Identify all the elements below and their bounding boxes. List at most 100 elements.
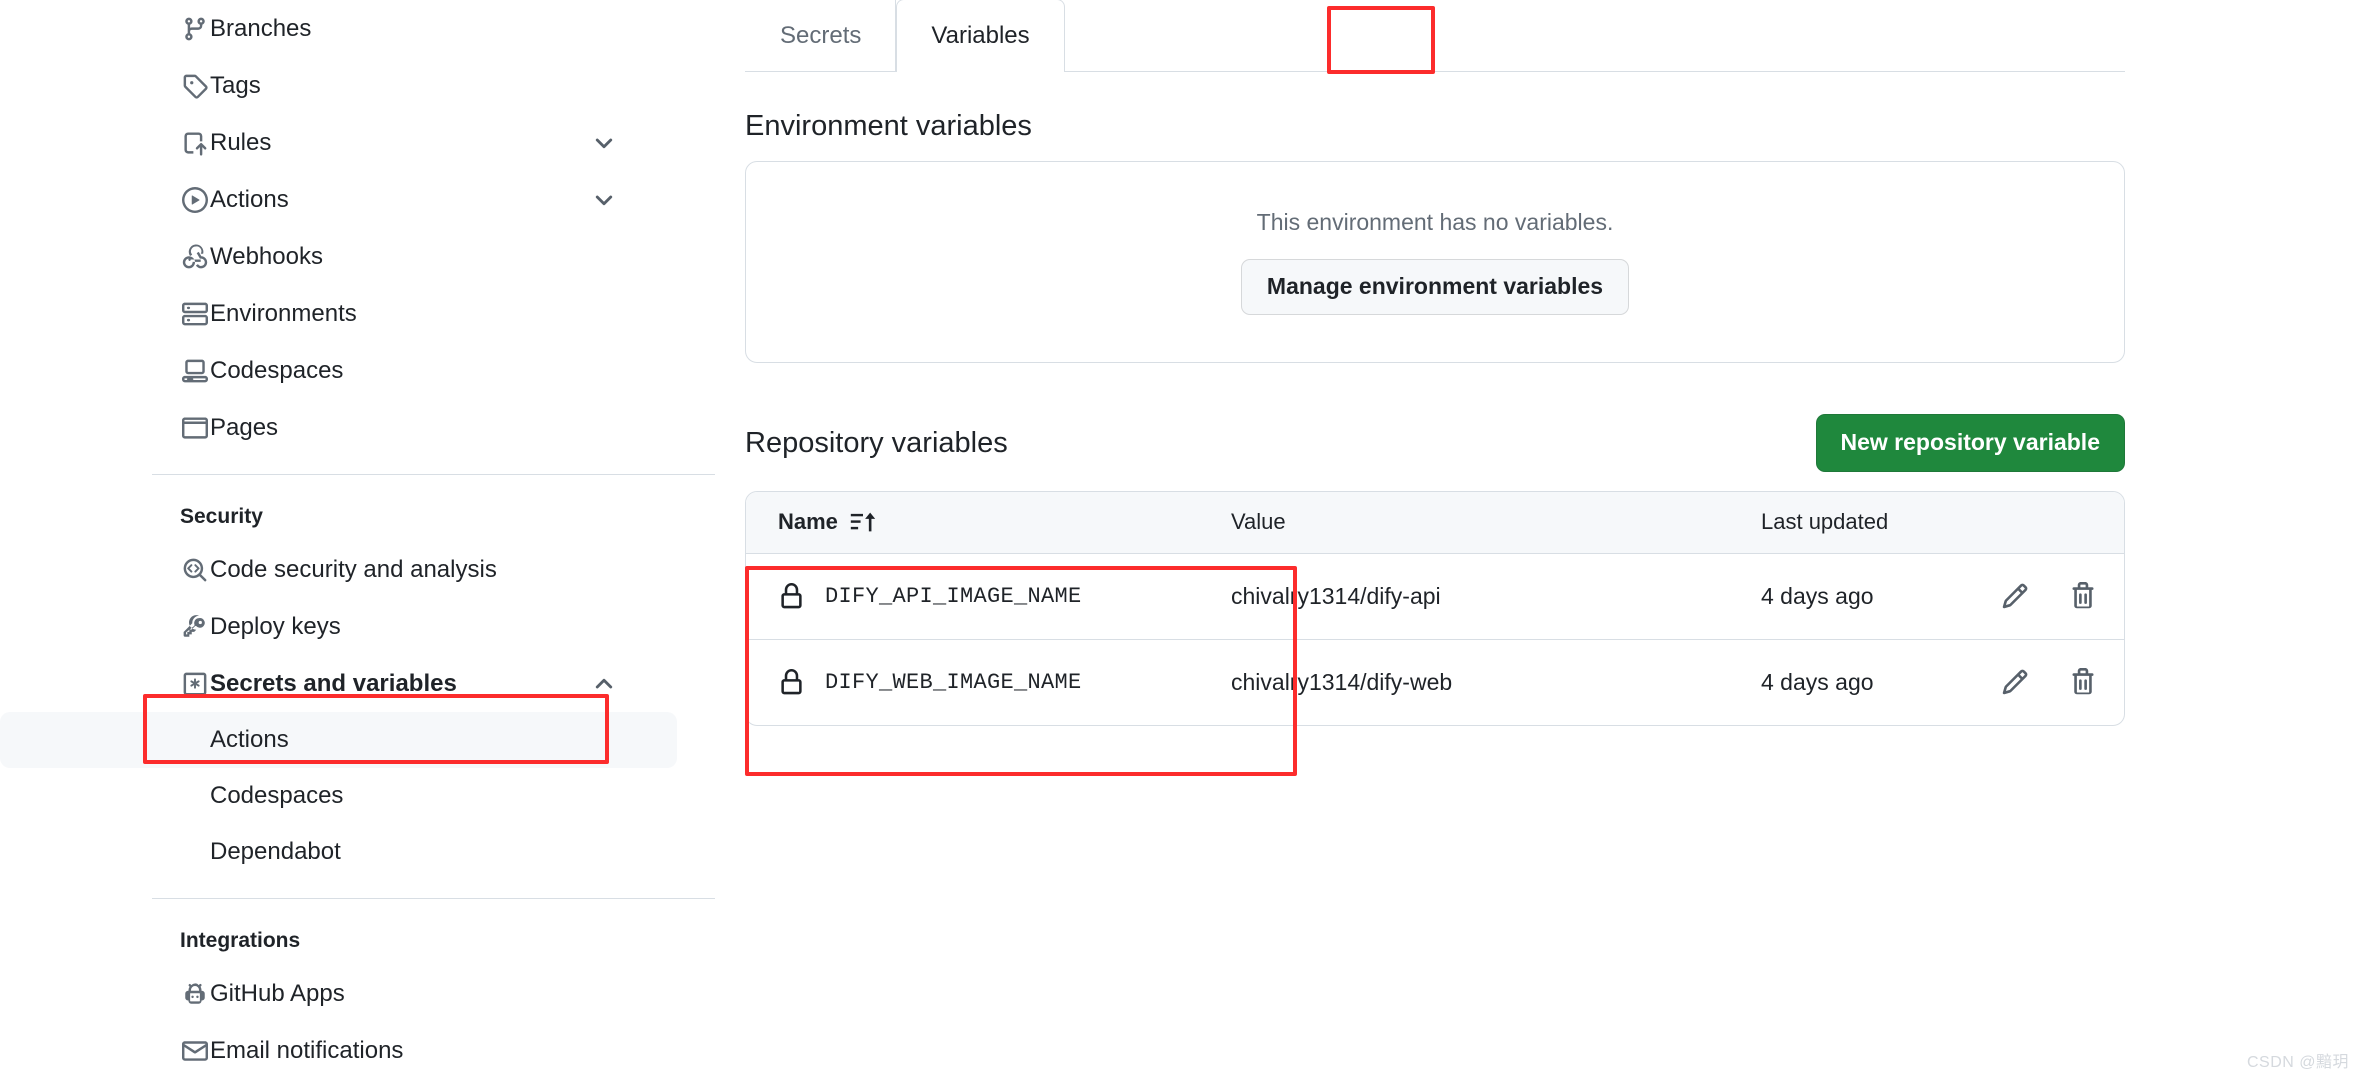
asterisk-box-icon — [180, 669, 210, 699]
new-repository-variable-button[interactable]: New repository variable — [1815, 414, 2125, 472]
sidebar-section-label-integrations: Integrations — [180, 929, 301, 952]
main-content: Secrets Variables Environment variables … — [745, 0, 2371, 1086]
table-row: DIFY_WEB_IMAGE_NAME chivalry1314/dify-web… — [746, 639, 2124, 725]
sidebar-item-actions[interactable]: Actions — [0, 171, 677, 228]
cell-last-updated: 4 days ago — [1761, 639, 2001, 725]
repository-variables-table: Name Value Last updated DIFY_API_IMAGE_N… — [746, 492, 2124, 725]
pencil-icon[interactable] — [2001, 668, 2029, 696]
last-updated-text: 4 days ago — [1761, 668, 1874, 695]
sidebar-item-code-security-and-analysis[interactable]: Code security and analysis — [0, 541, 677, 598]
sidebar-divider — [152, 898, 715, 899]
column-header-last-updated: Last updated — [1761, 492, 2001, 554]
column-header-actions — [2001, 492, 2124, 554]
variable-value: chivalry1314/dify-web — [1231, 668, 1453, 695]
codespaces-icon — [180, 356, 210, 386]
table-body: DIFY_API_IMAGE_NAME chivalry1314/dify-api… — [746, 553, 2124, 725]
sidebar-item-actions[interactable]: Actions — [0, 712, 677, 768]
sidebar-group: GitHub Apps Email notifications — [0, 965, 715, 1079]
sidebar-item-codespaces[interactable]: Codespaces — [0, 342, 677, 399]
sidebar-item-label: Deploy keys — [210, 612, 341, 640]
sidebar-section-label-security: Security — [180, 505, 263, 528]
sidebar-item-label: Rules — [210, 128, 272, 156]
rules-icon — [180, 128, 210, 158]
repository-variables-header: Repository variables New repository vari… — [745, 414, 2125, 472]
environment-variables-heading: Environment variables — [745, 110, 1032, 142]
tab-variables[interactable]: Variables — [896, 0, 1065, 72]
trash-icon[interactable] — [2069, 668, 2097, 696]
tag-icon — [180, 71, 210, 101]
sidebar-item-email-notifications[interactable]: Email notifications — [0, 1022, 677, 1079]
chevron-down-icon[interactable] — [591, 187, 617, 213]
cell-variable-value: chivalry1314/dify-api — [1231, 553, 1761, 640]
sidebar-item-secrets-and-variables[interactable]: Secrets and variables — [0, 655, 677, 712]
tab-secrets-label: Secrets — [780, 21, 862, 49]
play-circle-icon — [180, 185, 210, 215]
sidebar-divider — [152, 474, 715, 475]
variable-name: DIFY_API_IMAGE_NAME — [825, 583, 1082, 609]
pencil-icon[interactable] — [2001, 582, 2029, 610]
server-icon — [180, 299, 210, 329]
sidebar-item-rules[interactable]: Rules — [0, 114, 677, 171]
sidebar-item-deploy-keys[interactable]: Deploy keys — [0, 598, 677, 655]
lock-icon — [778, 582, 805, 610]
webhook-icon — [180, 242, 210, 272]
sidebar-item-label: Actions — [210, 185, 289, 213]
csdn-watermark: CSDN @黯玥 — [2246, 1054, 2349, 1071]
sidebar-item-label: Environments — [210, 299, 357, 327]
sidebar-item-github-apps[interactable]: GitHub Apps — [0, 965, 677, 1022]
sidebar-item-label: Secrets and variables — [210, 669, 457, 697]
sidebar-item-label: Code security and analysis — [210, 555, 497, 583]
sidebar-item-environments[interactable]: Environments — [0, 285, 677, 342]
sidebar-group: Branches Tags Rules Actions Webhooks Environm… — [0, 0, 715, 456]
sidebar-item-label: Actions — [210, 726, 289, 753]
trash-icon[interactable] — [2069, 582, 2097, 610]
chevron-down-icon[interactable] — [591, 130, 617, 156]
lock-icon — [778, 668, 805, 696]
sidebar-item-codespaces[interactable]: Codespaces — [0, 768, 677, 824]
sidebar-item-label: Tags — [210, 71, 261, 99]
sidebar-item-branches[interactable]: Branches — [0, 0, 677, 57]
cell-row-actions — [2001, 553, 2124, 640]
sidebar-group: Code security and analysis Deploy keys Sec… — [0, 541, 715, 880]
cell-row-actions — [2001, 639, 2124, 725]
mail-icon — [180, 1036, 210, 1066]
repository-variables-heading: Repository variables — [745, 426, 1008, 459]
git-branch-icon — [180, 14, 210, 44]
sidebar-item-label: Pages — [210, 413, 279, 441]
environment-empty-message: This environment has no variables. — [1256, 209, 1614, 236]
chevron-up-icon[interactable] — [591, 671, 617, 697]
sidebar-item-label: Webhooks — [210, 242, 323, 270]
sidebar-item-label: Email notifications — [210, 1036, 404, 1064]
repository-variables-table-wrapper: Name Value Last updated DIFY_API_IMAGE_N… — [745, 491, 2125, 726]
sidebar-item-pages[interactable]: Pages — [0, 399, 677, 456]
variable-name: DIFY_WEB_IMAGE_NAME — [825, 669, 1082, 695]
sidebar-item-label: Codespaces — [210, 782, 344, 809]
sidebar-item-webhooks[interactable]: Webhooks — [0, 228, 677, 285]
sidebar-item-label: Codespaces — [210, 356, 344, 384]
sort-ascending-icon[interactable] — [850, 509, 876, 535]
table-header-row: Name Value Last updated — [746, 492, 2124, 554]
cell-variable-name: DIFY_API_IMAGE_NAME — [746, 553, 1231, 640]
github-repository-settings-page: Branches Tags Rules Actions Webhooks Environm… — [0, 0, 2371, 1086]
github-apps-icon — [180, 979, 210, 1009]
sidebar-item-label: Branches — [210, 14, 312, 42]
secrets-variables-tabnav: Secrets Variables — [745, 0, 2125, 72]
table-row: DIFY_API_IMAGE_NAME chivalry1314/dify-api… — [746, 553, 2124, 640]
code-scan-icon — [180, 555, 210, 585]
column-header-name-label: Name — [778, 509, 838, 535]
sidebar-item-tags[interactable]: Tags — [0, 57, 677, 114]
sidebar-item-label: GitHub Apps — [210, 979, 345, 1007]
column-header-name[interactable]: Name — [746, 492, 1231, 554]
table-head: Name Value Last updated — [746, 492, 2124, 554]
sidebar-item-dependabot[interactable]: Dependabot — [0, 824, 677, 880]
manage-environment-variables-button[interactable]: Manage environment variables — [1240, 259, 1630, 315]
column-header-value: Value — [1231, 492, 1761, 554]
environment-variables-panel: This environment has no variables. Manag… — [745, 161, 2125, 363]
settings-sidebar: Branches Tags Rules Actions Webhooks Environm… — [0, 0, 715, 1086]
tab-secrets[interactable]: Secrets — [745, 0, 897, 71]
browser-icon — [180, 413, 210, 443]
last-updated-text: 4 days ago — [1761, 582, 1874, 609]
cell-last-updated: 4 days ago — [1761, 553, 2001, 640]
cell-variable-value: chivalry1314/dify-web — [1231, 639, 1761, 725]
variable-value: chivalry1314/dify-api — [1231, 582, 1441, 609]
